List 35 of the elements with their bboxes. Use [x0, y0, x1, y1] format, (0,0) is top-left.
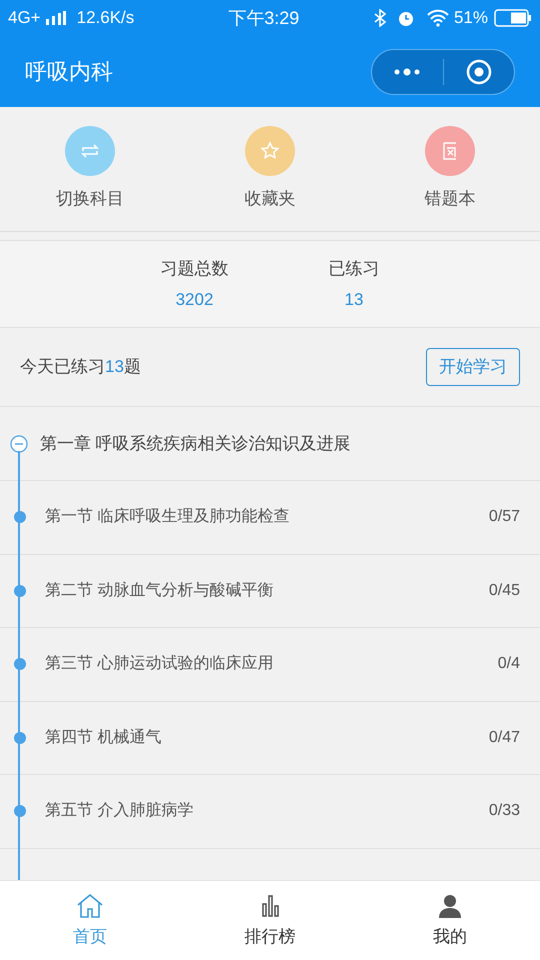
stat-label: 习题总数 — [160, 258, 228, 280]
network-label: 4G+ — [8, 7, 41, 30]
tab[interactable]: 我的 — [360, 881, 540, 960]
more-icon — [392, 66, 422, 76]
section-title[interactable]: 第三节 心肺运动试验的临床应用 — [45, 652, 274, 676]
stat-label: 已练习 — [328, 258, 380, 280]
battery-icon — [494, 9, 532, 27]
speed-label: 12.6K/s — [76, 7, 134, 30]
home-icon — [75, 892, 105, 920]
answered-count: 0/47 — [488, 728, 520, 748]
collapse-icon[interactable] — [10, 434, 28, 452]
section-title[interactable]: 第四节 机械通气 — [45, 726, 162, 750]
answered-count: 0/45 — [488, 580, 520, 601]
action-label[interactable]: 切换科目 — [56, 186, 124, 212]
wifi-icon — [426, 9, 450, 27]
tab[interactable]: 排行榜 — [180, 881, 360, 960]
today-summary: 今天已练习 13题 — [20, 356, 141, 378]
stat-value: 13 — [344, 289, 364, 311]
bluetooth-icon — [374, 9, 386, 27]
target-icon — [466, 58, 492, 84]
section-title[interactable]: 第二节 动脉血气分析与酸碱平衡 — [45, 578, 274, 603]
signal-icon — [44, 11, 67, 25]
answered-count: 0/57 — [488, 507, 520, 528]
chapter-title[interactable]: 第一章 呼吸系统疾病相关诊治知识及进展 — [40, 430, 351, 456]
section-title[interactable]: 第一节 临床呼吸生理及肺功能检查 — [45, 505, 290, 530]
switch-icon — [65, 126, 115, 176]
answered-count: 0/33 — [488, 801, 520, 822]
stat-value: 3202 — [176, 289, 214, 311]
answered-count: 0/4 — [498, 654, 520, 674]
action-label[interactable]: 错题本 — [424, 186, 476, 212]
page-title: 呼吸内科 — [25, 58, 113, 86]
clock-time: 下午3:29 — [228, 6, 300, 30]
battery-percent: 51% — [454, 7, 488, 30]
section-title[interactable]: 第五节 介入肺脏病学 — [45, 799, 194, 824]
action-label[interactable]: 收藏夹 — [244, 186, 296, 212]
